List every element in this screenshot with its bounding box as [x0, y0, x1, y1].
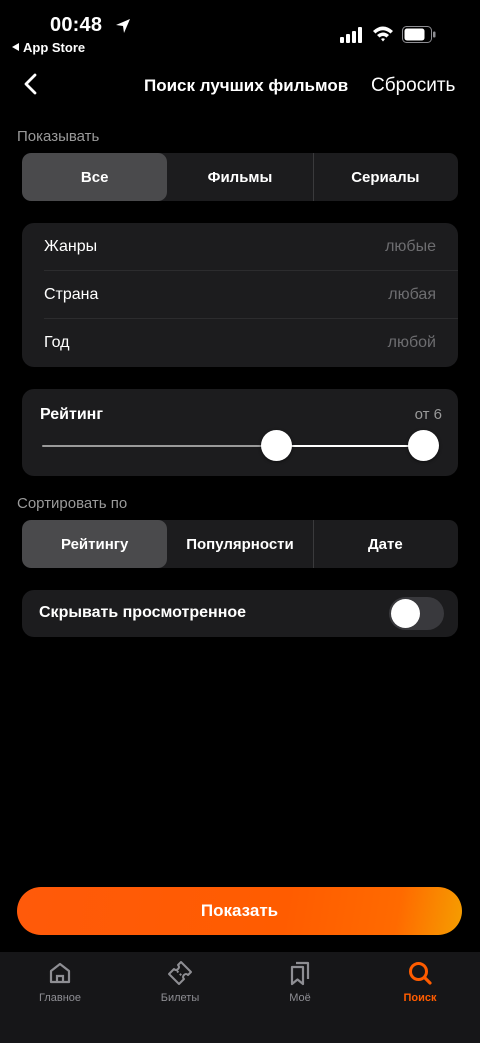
back-app-label: App Store	[23, 40, 86, 55]
filter-label: Жанры	[44, 238, 98, 255]
filters-list: Жанры любые Страна любая Год любой	[22, 223, 458, 367]
tab-home[interactable]: Главное	[0, 960, 120, 1004]
filter-value: любые	[385, 238, 436, 255]
rating-slider-max-thumb[interactable]	[408, 430, 439, 461]
cellular-signal-icon	[340, 27, 362, 43]
content-type-segmented-control: Все Фильмы Сериалы	[22, 153, 458, 201]
toggle-knob	[391, 599, 420, 628]
page-title: Поиск лучших фильмов	[144, 76, 349, 95]
back-chevron-icon[interactable]	[20, 73, 42, 95]
segment-movies[interactable]: Фильмы	[167, 153, 312, 201]
bookmarks-icon	[290, 961, 310, 986]
location-arrow-icon	[116, 19, 130, 33]
filter-value: любая	[388, 286, 436, 303]
sort-section-label: Сортировать по	[17, 495, 128, 512]
tab-bar: Главное Билеты Моё Поиск	[0, 952, 480, 1043]
filter-label: Год	[44, 334, 70, 351]
tab-search[interactable]: Поиск	[360, 960, 480, 1004]
segment-sort-rating[interactable]: Рейтингу	[22, 520, 168, 568]
rating-range-card: Рейтинг от 6	[22, 389, 458, 476]
hide-watched-toggle[interactable]	[389, 597, 444, 630]
tab-tickets[interactable]: Билеты	[120, 960, 240, 1004]
rating-slider-fill	[277, 445, 420, 447]
wifi-icon	[373, 26, 393, 42]
rating-slider-track[interactable]	[42, 445, 438, 447]
sort-segmented-control: Рейтингу Популярности Дате	[22, 520, 458, 568]
hide-watched-label: Скрывать просмотренное	[39, 604, 247, 621]
tab-mine[interactable]: Моё	[240, 960, 360, 1004]
filter-row-country[interactable]: Страна любая	[44, 271, 436, 319]
hide-watched-row: Скрывать просмотренное	[22, 590, 458, 637]
back-triangle-icon	[12, 43, 19, 51]
home-icon	[49, 962, 71, 984]
show-results-button[interactable]: Показать	[17, 887, 462, 935]
battery-icon	[402, 26, 436, 43]
show-section-label: Показывать	[17, 128, 100, 145]
filter-row-genres[interactable]: Жанры любые	[44, 223, 436, 271]
rating-label: Рейтинг	[40, 406, 104, 423]
segment-sort-date[interactable]: Дате	[312, 520, 458, 568]
segment-series[interactable]: Сериалы	[312, 153, 458, 201]
status-time: 00:48	[50, 14, 103, 36]
filter-value: любой	[387, 334, 436, 351]
tab-label: Моё	[289, 992, 311, 1004]
ticket-icon	[168, 961, 192, 985]
tab-label: Главное	[38, 992, 82, 1004]
reset-button[interactable]: Сбросить	[371, 75, 455, 97]
search-icon	[409, 962, 432, 985]
tab-label: Поиск	[403, 992, 437, 1004]
segment-sort-popularity[interactable]: Популярности	[167, 520, 312, 568]
back-to-app-store[interactable]: App Store	[12, 40, 85, 55]
tab-label: Билеты	[160, 992, 200, 1004]
filter-row-year[interactable]: Год любой	[44, 319, 436, 367]
filter-label: Страна	[44, 286, 99, 303]
rating-slider-min-thumb[interactable]	[261, 430, 292, 461]
segment-all[interactable]: Все	[22, 153, 168, 201]
rating-value: от 6	[414, 406, 442, 423]
